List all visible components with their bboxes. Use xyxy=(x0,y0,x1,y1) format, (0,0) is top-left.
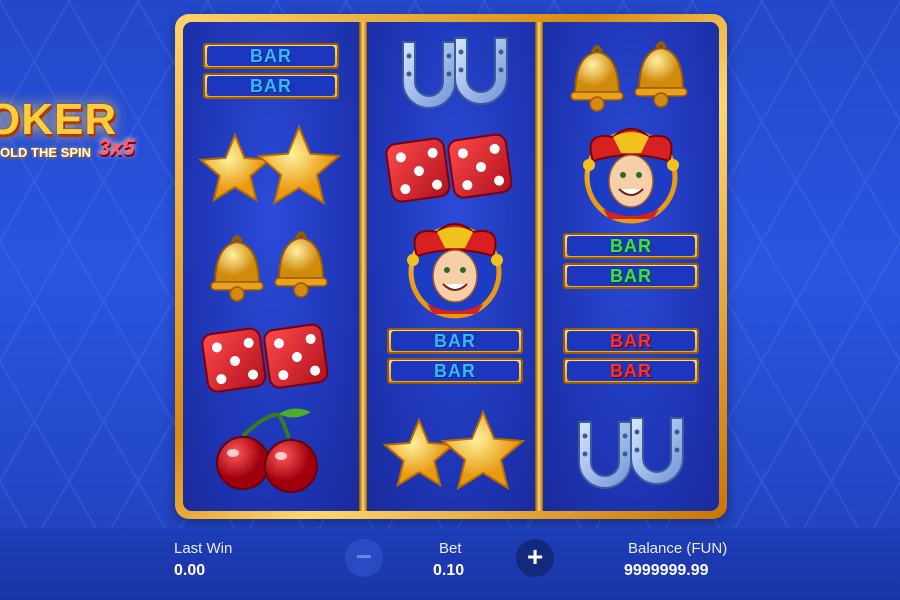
bet-label: Bet xyxy=(439,540,462,557)
bell-double-icon xyxy=(570,41,688,112)
bet-value: 0.10 xyxy=(433,562,465,579)
decrease-bet-button[interactable]: − xyxy=(345,539,383,577)
bar-plate: BAR xyxy=(563,328,699,354)
logo-variant: 3x5 xyxy=(98,135,135,160)
bar-plate: BAR xyxy=(387,358,523,384)
reel-frame: BAR BAR BAR BAR BAR BAR BAR BAR xyxy=(175,14,727,519)
last-win-label: Last Win xyxy=(174,540,233,557)
reel-divider xyxy=(359,22,367,511)
reel-symbol xyxy=(543,123,719,224)
game-logo: OKER OLD THE SPIN 3x5 xyxy=(0,95,160,175)
reel-2: BAR BAR xyxy=(367,22,543,511)
reel-symbol xyxy=(543,408,719,500)
reel-symbol: BAR BAR xyxy=(543,218,719,310)
reel-symbol xyxy=(367,408,543,500)
balance-value: 9999999.99 xyxy=(624,562,709,579)
bar-label: BAR xyxy=(567,236,695,256)
dice-double-icon xyxy=(201,323,329,393)
reel-1: BAR BAR xyxy=(183,22,359,511)
reel-symbol: BAR BAR xyxy=(367,313,543,405)
reel-symbol xyxy=(543,28,719,120)
bar-label: BAR xyxy=(207,46,335,66)
increase-bet-button[interactable]: + xyxy=(516,539,554,577)
reel-symbol xyxy=(367,28,543,120)
reel-divider xyxy=(535,22,543,511)
horseshoe-double-icon xyxy=(578,417,684,489)
bar-symbol-red: BAR BAR xyxy=(563,328,699,390)
reel-symbol xyxy=(183,313,359,405)
horseshoe-double-icon xyxy=(402,37,508,109)
reel-symbol xyxy=(183,123,359,215)
balance-label: Balance (FUN) xyxy=(628,540,728,557)
reel-symbol xyxy=(367,218,543,319)
bar-symbol-blue: BAR BAR xyxy=(387,328,523,390)
joker-icon xyxy=(583,128,679,224)
bell-double-icon xyxy=(210,231,328,302)
bar-plate: BAR xyxy=(563,263,699,289)
reel-symbol xyxy=(183,218,359,310)
bar-label: BAR xyxy=(567,331,695,351)
reel-symbol: BAR BAR xyxy=(183,28,359,120)
bar-label: BAR xyxy=(567,361,695,381)
bar-plate: BAR xyxy=(387,328,523,354)
bar-plate: BAR xyxy=(203,43,339,69)
star-double-icon xyxy=(382,409,526,491)
bar-plate: BAR xyxy=(563,233,699,259)
bar-label: BAR xyxy=(567,266,695,286)
joker-icon xyxy=(407,223,503,319)
reel-symbol: BAR BAR xyxy=(543,313,719,405)
bar-label: BAR xyxy=(391,331,519,351)
bar-symbol-blue: BAR BAR xyxy=(203,43,339,105)
bottom-bar: Last Win 0.00 Bet 0.10 Balance (FUN) 999… xyxy=(0,528,900,600)
bar-label: BAR xyxy=(391,361,519,381)
star-double-icon xyxy=(198,124,342,206)
cherry-double-icon xyxy=(216,408,318,493)
reel-symbol xyxy=(367,123,543,215)
logo-subtitle: OLD THE SPIN xyxy=(0,145,92,160)
last-win-value: 0.00 xyxy=(174,562,206,579)
reel-area: BAR BAR BAR BAR BAR BAR BAR BAR xyxy=(183,22,719,511)
bar-plate: BAR xyxy=(203,73,339,99)
bar-symbol-green: BAR BAR xyxy=(563,233,699,295)
reel-symbol xyxy=(183,408,359,500)
bar-plate: BAR xyxy=(563,358,699,384)
dice-double-icon xyxy=(385,133,513,203)
reel-3: BAR BAR BAR BAR xyxy=(543,22,719,511)
bar-label: BAR xyxy=(207,76,335,96)
